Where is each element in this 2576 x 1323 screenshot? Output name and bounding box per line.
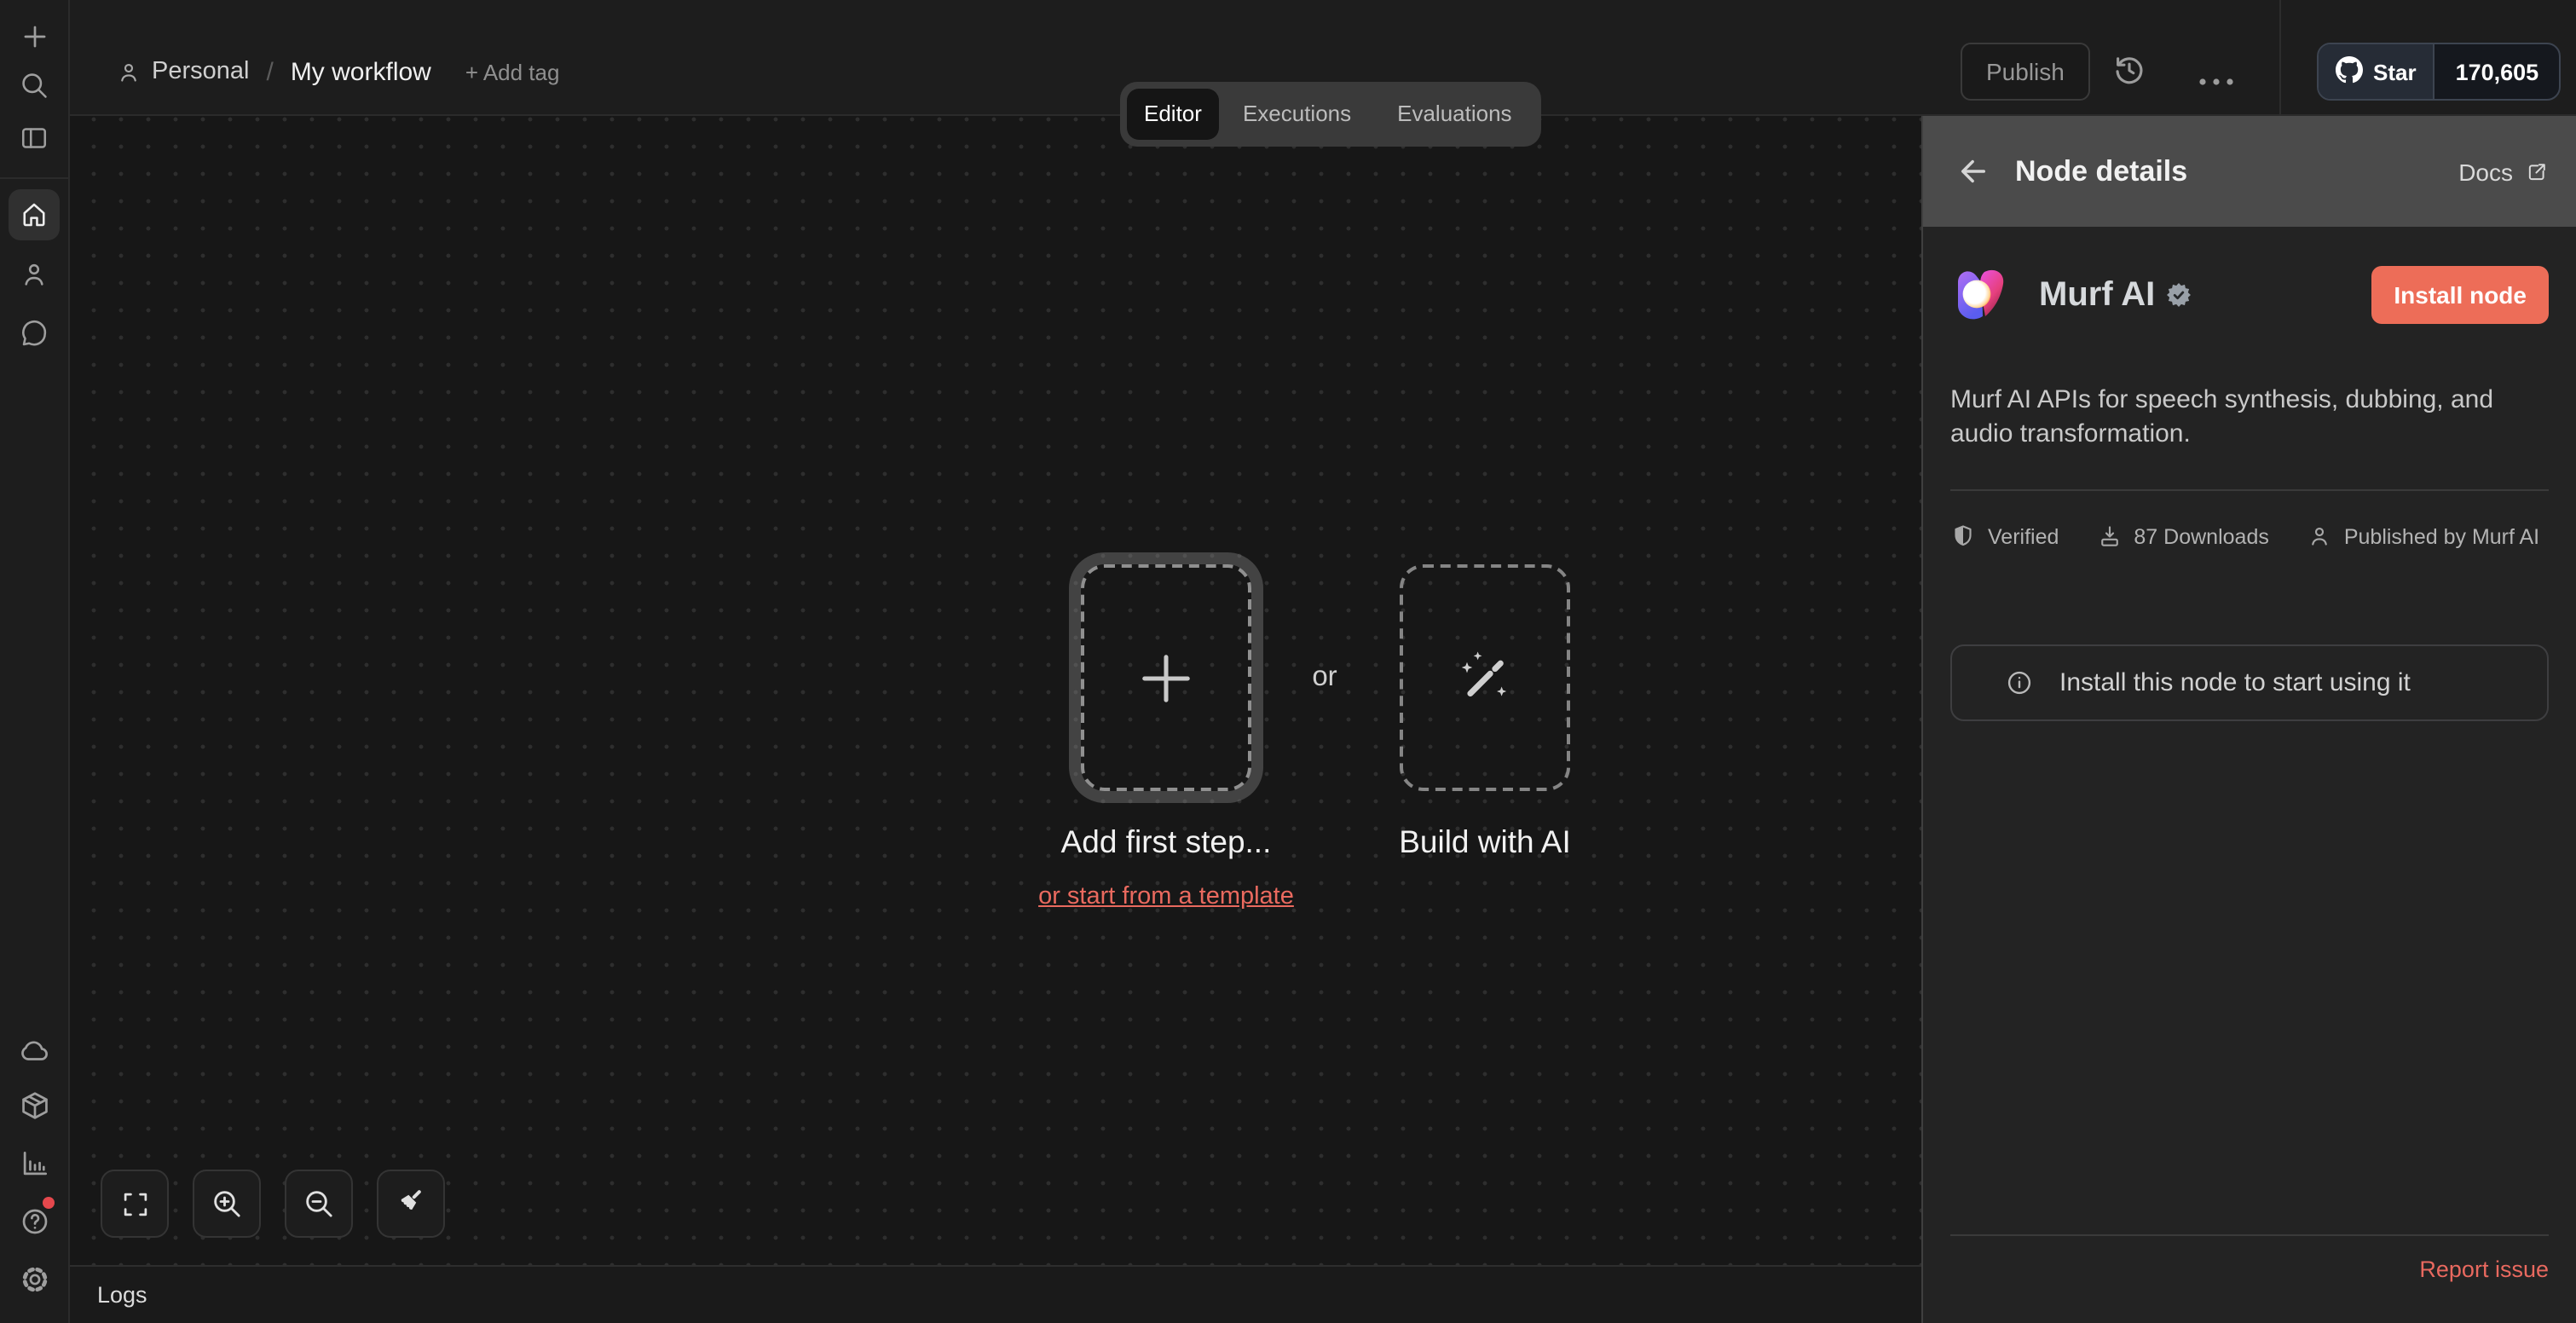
or-label: or (1291, 662, 1359, 694)
user-icon (19, 259, 49, 290)
node-name: Murf AI (2039, 275, 2155, 315)
github-star-widget[interactable]: Star 170,605 (2317, 43, 2561, 101)
download-icon (2096, 523, 2122, 549)
breadcrumb-separator: / (266, 57, 273, 86)
notification-dot (43, 1197, 55, 1209)
panel-footer: Report issue (1950, 1234, 2549, 1323)
new-workflow-button[interactable] (0, 20, 68, 53)
node-meta-row: Verified 87 Downloads Published by Murf … (1950, 523, 2549, 549)
sidebar-divider (0, 177, 68, 179)
docs-link[interactable]: Docs (2458, 158, 2549, 185)
published-label: Published by Murf AI (2344, 524, 2539, 548)
sidebar-item-insights[interactable] (0, 1147, 68, 1180)
build-with-ai-label: Build with AI (1349, 823, 1621, 861)
topbar-divider (2279, 0, 2281, 116)
breadcrumb-project[interactable]: Personal (152, 58, 249, 85)
sidebar-item-templates[interactable] (0, 1089, 68, 1122)
plus-icon (18, 20, 50, 53)
chat-icon (19, 319, 49, 350)
add-tag-button[interactable]: + Add tag (465, 59, 560, 84)
back-arrow-icon (1955, 153, 1991, 189)
more-options-button[interactable] (2198, 65, 2235, 95)
sidebar-item-help[interactable] (0, 1205, 68, 1238)
verified-meta: Verified (1950, 523, 2059, 549)
downloads-meta: 87 Downloads (2096, 523, 2268, 549)
toggle-sidebar-button[interactable] (0, 123, 68, 153)
panel-title: Node details (2015, 154, 2187, 188)
history-icon (2111, 51, 2148, 89)
node-description: Murf AI APIs for speech synthesis, dubbi… (1950, 384, 2550, 452)
panel-header: Node details Docs (1923, 116, 2576, 227)
home-icon (19, 199, 49, 230)
breadcrumb-workflow-name[interactable]: My workflow (291, 57, 431, 86)
github-icon (2336, 55, 2363, 88)
user-icon (2307, 523, 2332, 549)
sidebar-item-settings[interactable] (0, 1263, 68, 1296)
add-first-step-button[interactable] (1081, 564, 1251, 791)
murf-ai-logo (1950, 264, 2012, 326)
gear-icon (18, 1263, 50, 1296)
zoom-in-icon (210, 1187, 244, 1221)
panel-left-icon (19, 123, 49, 153)
start-from-template-link[interactable]: or start from a template (996, 883, 1337, 910)
github-star-label: Star (2373, 59, 2417, 84)
node-header-row: Murf AI Install node (1950, 264, 2549, 326)
fit-view-icon (118, 1187, 151, 1220)
search-button[interactable] (0, 70, 68, 101)
publish-button[interactable]: Publish (1961, 43, 2090, 101)
breadcrumb: Personal / My workflow + Add tag (116, 43, 559, 101)
tidy-up-icon (394, 1182, 428, 1225)
workflow-tabs: Editor Executions Evaluations (1120, 82, 1541, 147)
sidebar-item-users[interactable] (0, 259, 68, 290)
add-first-step-label: Add first step... (1030, 823, 1302, 861)
node-details-panel: Node details Docs (1921, 116, 2576, 1323)
published-meta: Published by Murf AI (2307, 523, 2539, 549)
app-window: Personal / My workflow + Add tag Publish… (0, 0, 2576, 1323)
sidebar-item-cloud[interactable] (0, 1035, 68, 1067)
tidy-up-button[interactable] (377, 1170, 445, 1238)
tab-editor[interactable]: Editor (1127, 89, 1219, 140)
ellipsis-icon (2198, 65, 2235, 94)
tab-executions[interactable]: Executions (1221, 89, 1373, 140)
user-icon (116, 59, 142, 84)
install-hint-text: Install this node to start using it (2059, 668, 2411, 697)
package-icon (18, 1089, 50, 1122)
info-icon (2005, 668, 2034, 697)
canvas-controls (101, 1170, 445, 1238)
zoom-in-button[interactable] (193, 1170, 261, 1238)
help-icon (18, 1205, 50, 1238)
back-button[interactable] (1955, 153, 1991, 189)
report-issue-link[interactable]: Report issue (2419, 1257, 2549, 1323)
logs-panel-header[interactable]: Logs (70, 1265, 1921, 1323)
search-icon (19, 70, 49, 101)
bar-chart-icon (18, 1147, 50, 1180)
install-node-button[interactable]: Install node (2371, 266, 2549, 324)
history-button[interactable] (2111, 51, 2148, 89)
logs-title: Logs (97, 1282, 147, 1308)
install-hint-box: Install this node to start using it (1950, 644, 2549, 721)
downloads-label: 87 Downloads (2134, 524, 2268, 548)
docs-label: Docs (2458, 158, 2513, 185)
tab-evaluations[interactable]: Evaluations (1375, 89, 1533, 140)
sidebar-item-chat[interactable] (0, 319, 68, 350)
sidebar-item-home[interactable] (9, 189, 60, 240)
workflow-canvas[interactable]: or Add first step... Build with AI or st… (70, 116, 1921, 1265)
sidebar (0, 0, 70, 1323)
zoom-out-button[interactable] (285, 1170, 353, 1238)
github-star-button[interactable]: Star (2319, 44, 2435, 99)
cloud-icon (18, 1035, 50, 1067)
verified-seal-icon (2167, 283, 2191, 307)
verified-label: Verified (1988, 524, 2059, 548)
shield-icon (1950, 523, 1976, 549)
build-with-ai-button[interactable] (1400, 564, 1570, 791)
external-link-icon (2525, 159, 2549, 183)
plus-icon (1132, 644, 1200, 712)
fit-view-button[interactable] (101, 1170, 169, 1238)
panel-body: Murf AI Install node Murf AI APIs for sp… (1923, 264, 2576, 721)
panel-divider (1950, 489, 2549, 491)
magic-wand-icon (1449, 642, 1521, 713)
github-star-count[interactable]: 170,605 (2435, 44, 2560, 99)
zoom-out-icon (302, 1187, 336, 1221)
